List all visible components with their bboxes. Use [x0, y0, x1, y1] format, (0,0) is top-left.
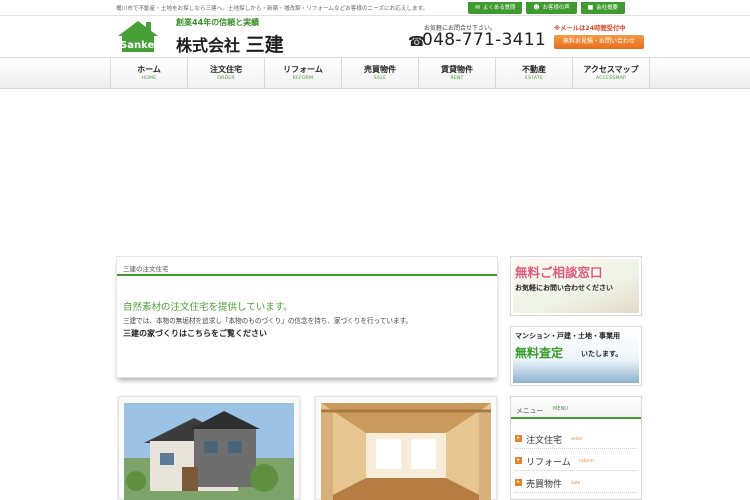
nav-label: アクセスマップ	[583, 65, 639, 74]
nav-item-order[interactable]: 注文住宅 ORDER	[187, 58, 264, 88]
top-links: ✉ よくある質問 ☻ お客様の声 ■ 会社概要	[468, 2, 625, 14]
interior-photo[interactable]	[315, 396, 497, 500]
site-tagline: 桶川市で不動産・土地をお探しなら三建へ。土地探しから・新築・増改築・リフォームな…	[116, 6, 429, 12]
menu-item-label: 注文住宅	[526, 436, 563, 446]
logo-mark-text: Sanken	[120, 40, 161, 51]
nav-item-reform[interactable]: リフォーム REFORM	[264, 58, 341, 88]
banner-tail: いたします。	[581, 350, 623, 358]
banner-title: 無料ご相談窓口	[515, 265, 603, 280]
top-divider	[0, 15, 750, 16]
sidebar-item-order[interactable]: ▸ 注文住宅 order	[515, 429, 637, 449]
menu-item-sublabel: reform	[579, 459, 595, 464]
free-appraisal-banner[interactable]: マンション・戸建・土地・事業用 無料査定 いたします。	[510, 326, 642, 386]
site-logo[interactable]: Sanken 創業44年の信頼と実績 株式会社 三建	[116, 16, 296, 57]
menu-item-sublabel: order	[571, 437, 583, 442]
nav-label: 不動産	[522, 65, 546, 74]
banner-topline: マンション・戸建・土地・事業用	[515, 332, 620, 340]
nav-label: ホーム	[137, 65, 161, 74]
menu-item-label: リフォーム	[526, 458, 571, 468]
top-strip: 桶川市で不動産・土地をお探しなら三建へ。土地探しから・新築・増改築・リフォームな…	[0, 0, 750, 16]
house-exterior-photo[interactable]	[118, 396, 300, 500]
section-body: 三建では、本物の無垢材を追求し「本物のものづくり」の信念を持ち、家づくりを行って…	[123, 317, 413, 325]
section-heading-bar: 三建の注文住宅	[117, 257, 497, 276]
sidebar-item-sale[interactable]: ▸ 売買物件 sale	[515, 473, 637, 493]
banner-subtitle: お気軽にお問い合わせください	[515, 284, 613, 292]
customer-voice-link-label: お客様の声	[542, 5, 570, 11]
menu-heading-bar: メニュー MENU	[511, 397, 641, 419]
chevron-right-icon: ▸	[515, 435, 522, 442]
mail-note: ※メールは24時間受付中	[554, 25, 626, 32]
nav-item-home[interactable]: ホーム HOME	[110, 58, 187, 88]
faq-link-label: よくある質問	[483, 5, 516, 11]
nav-sublabel: ESTATE	[525, 76, 543, 81]
nav-sublabel: ACCESSMAP	[596, 76, 626, 81]
logo-slogan: 創業44年の信頼と実績	[176, 18, 260, 27]
company-profile-link-label: 会社概要	[596, 5, 618, 11]
nav-item-accessmap[interactable]: アクセスマップ ACCESSMAP	[572, 58, 650, 88]
company-profile-link[interactable]: ■ 会社概要	[580, 2, 625, 14]
nav-sublabel: ORDER	[217, 76, 235, 81]
menu-item-label: 売買物件	[526, 480, 563, 490]
banner-title: 無料査定	[515, 346, 564, 360]
building-icon: ■	[587, 4, 594, 11]
menu-heading: メニュー	[516, 407, 544, 415]
people-icon: ☻	[533, 4, 540, 11]
nav-label: リフォーム	[283, 65, 323, 74]
menu-item-sublabel: sale	[571, 481, 581, 486]
nav-item-rent[interactable]: 賃貸物件 RENT	[418, 58, 495, 88]
house-exterior-image	[124, 403, 294, 500]
sidebar-item-reform[interactable]: ▸ リフォーム reform	[515, 451, 637, 471]
nav-label: 売買物件	[364, 65, 396, 74]
free-consultation-banner[interactable]: 無料ご相談窓口 お気軽にお問い合わせください	[510, 256, 642, 316]
chevron-right-icon: ▸	[515, 457, 522, 464]
house-building-link[interactable]: 三建の家づくりはこちらをご覧ください	[123, 328, 267, 339]
nav-item-estate[interactable]: 不動産 ESTATE	[495, 58, 572, 88]
sidebar-menu: メニュー MENU ▸ 注文住宅 order ▸ リフォーム reform ▸ …	[510, 396, 642, 500]
chat-icon: ✉	[475, 4, 481, 11]
company-prefix: 株式会社	[176, 36, 241, 55]
nav-list: ホーム HOME 注文住宅 ORDER リフォーム REFORM 売買物件 SA…	[110, 58, 650, 88]
section-heading: 三建の注文住宅	[123, 265, 169, 273]
contact-area: お気軽にお問合せ下さい。 ☎ 048-771-3411 ※メールは24時間受付中…	[408, 20, 648, 54]
nav-sublabel: RENT	[450, 76, 464, 81]
chevron-right-icon: ▸	[515, 479, 522, 486]
customer-voice-link[interactable]: ☻ お客様の声	[526, 2, 577, 14]
faq-link[interactable]: ✉ よくある質問	[468, 2, 523, 14]
mail-inquiry-button[interactable]: 無料お見積・お問い合わせ	[554, 35, 644, 49]
custom-home-section: 三建の注文住宅 自然素材の注文住宅を提供しています。 三建では、本物の無垢材を追…	[116, 256, 498, 378]
nav-label: 賃貸物件	[441, 65, 473, 74]
nav-sublabel: REFORM	[292, 76, 314, 81]
nav-item-sale[interactable]: 売買物件 SALE	[341, 58, 418, 88]
nav-sublabel: SALE	[373, 76, 387, 81]
menu-heading-en: MENU	[553, 406, 568, 412]
phone-number[interactable]: 048-771-3411	[422, 30, 546, 50]
nav-sublabel: HOME	[141, 76, 157, 81]
house-interior-image	[321, 403, 491, 500]
company-name-main: 三建	[245, 34, 284, 56]
house-logo-icon: Sanken	[118, 21, 161, 52]
nav-label: 注文住宅	[210, 65, 242, 74]
global-nav: ホーム HOME 注文住宅 ORDER リフォーム REFORM 売買物件 SA…	[0, 57, 750, 89]
section-title: 自然素材の注文住宅を提供しています。	[123, 302, 293, 313]
company-name: 株式会社 三建	[176, 30, 284, 57]
